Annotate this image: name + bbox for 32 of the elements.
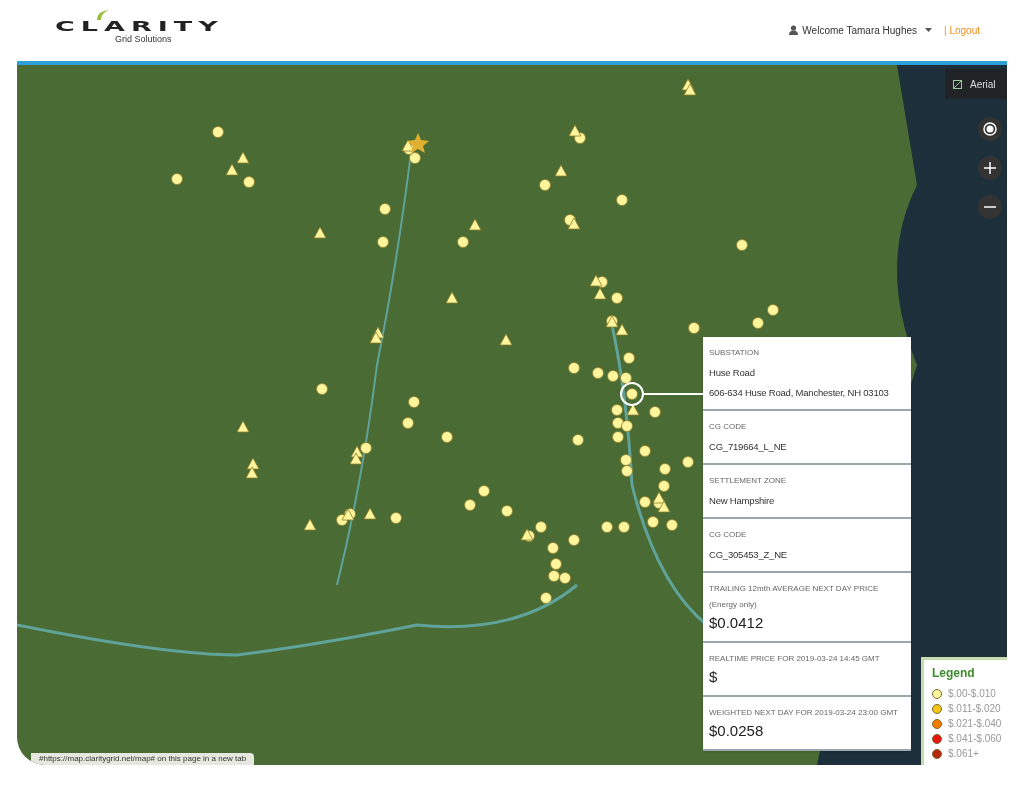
selected-marker-drawing[interactable] — [620, 380, 704, 408]
legend-title: Legend — [932, 665, 976, 682]
legend-label: $.021-$.040 — [948, 717, 1002, 731]
map-layer-button[interactable]: Aerial — [945, 69, 1007, 99]
target-icon — [983, 122, 997, 136]
field-label: CG CODE — [709, 421, 748, 433]
field-value: CG_305453_Z_NE — [709, 548, 787, 562]
field-value: 606-634 Huse Road, Manchester, NH 03103 — [709, 386, 889, 400]
legend-label: $.011-$.020 — [948, 702, 1001, 716]
field-value: New Hampshire — [709, 494, 774, 508]
price-value: $ — [709, 667, 719, 687]
map-layer-icon — [953, 79, 962, 89]
link-tooltip: #https://map.claritygrid.net/map# on this page in a new tab — [31, 753, 255, 765]
field-label: CG CODE — [709, 529, 748, 541]
user-icon — [789, 25, 799, 35]
field-value: CG_719664_L_NE — [709, 440, 787, 454]
field-label: TRAILING 12mth AVERAGE NEXT DAY PRICE (Energy only) — [709, 583, 880, 611]
legend-label: $.041-$.060 — [948, 732, 1002, 746]
plus-icon — [984, 162, 996, 174]
price-value: $0.0412 — [709, 613, 765, 633]
price-value: $0.0258 — [709, 721, 765, 741]
legend-label: $.061+ — [948, 747, 979, 761]
field-value: Huse Road — [709, 366, 755, 380]
user-menu-button[interactable]: Welcome Tamara Hughes — [789, 22, 933, 38]
crescent-icon — [95, 9, 111, 22]
caret-icon — [925, 28, 933, 32]
company-logo[interactable]: CLARITY Grid Solutions — [55, 13, 224, 47]
field-label: SUBSTATION — [709, 347, 760, 359]
field-label: WEIGHTED NEXT DAY FOR 2019-03-24 23:00 GMT — [709, 707, 899, 719]
field-label: REALTIME PRICE FOR 2019-03-24 14:45 GMT — [709, 653, 881, 665]
legend-label: $.00-$.010 — [948, 687, 996, 701]
field-label: SETTLEMENT ZONE — [709, 475, 788, 487]
